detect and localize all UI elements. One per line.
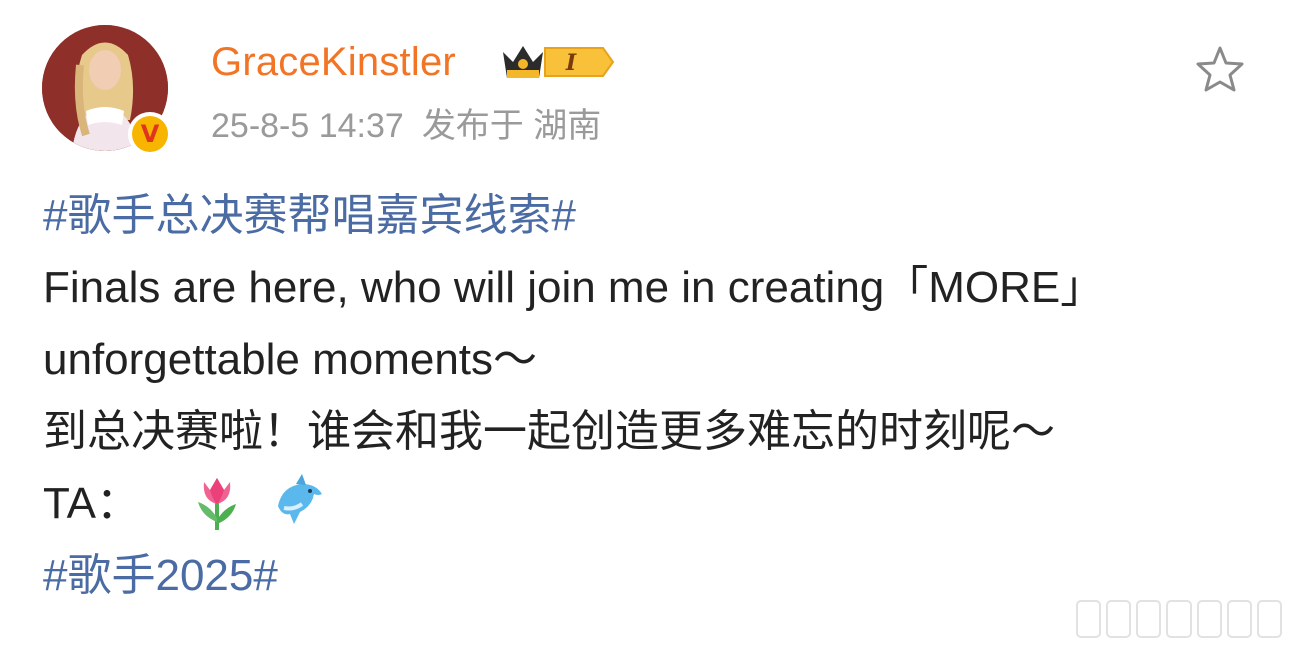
hashtag-link[interactable]: #歌手总决赛帮唱嘉宾线索# bbox=[43, 191, 576, 240]
crown-vip-badge-icon: I bbox=[503, 46, 615, 78]
post-location: 发布于 湖南 bbox=[421, 107, 602, 145]
post-text-line: TA： bbox=[43, 468, 1263, 540]
dolphin-emoji bbox=[278, 474, 323, 524]
post-text-line: 到总决赛啦！谁会和我一起创造更多难忘的时刻呢～ bbox=[43, 407, 1055, 456]
star-outline-icon[interactable] bbox=[1194, 44, 1246, 94]
watermark-logo bbox=[1076, 600, 1282, 638]
post-content: #歌手总决赛帮唱嘉宾线索# Finals are here, who will … bbox=[43, 180, 1263, 612]
ta-prefix: TA： bbox=[43, 479, 140, 528]
username-link[interactable]: GraceKinstler bbox=[211, 38, 456, 86]
verified-badge-icon: V bbox=[128, 112, 172, 156]
vip-level-label: I bbox=[565, 50, 577, 76]
post-meta: 25-8-5 14:37 发布于 湖南 bbox=[211, 104, 619, 148]
post-timestamp: 25-8-5 14:37 bbox=[211, 107, 404, 145]
post-text-line: Finals are here, who will join me in cre… bbox=[43, 263, 1105, 312]
post-text-line: unforgettable moments～ bbox=[43, 335, 538, 384]
hashtag-link[interactable]: #歌手2025# bbox=[43, 551, 278, 600]
tulip-emoji bbox=[198, 478, 237, 530]
